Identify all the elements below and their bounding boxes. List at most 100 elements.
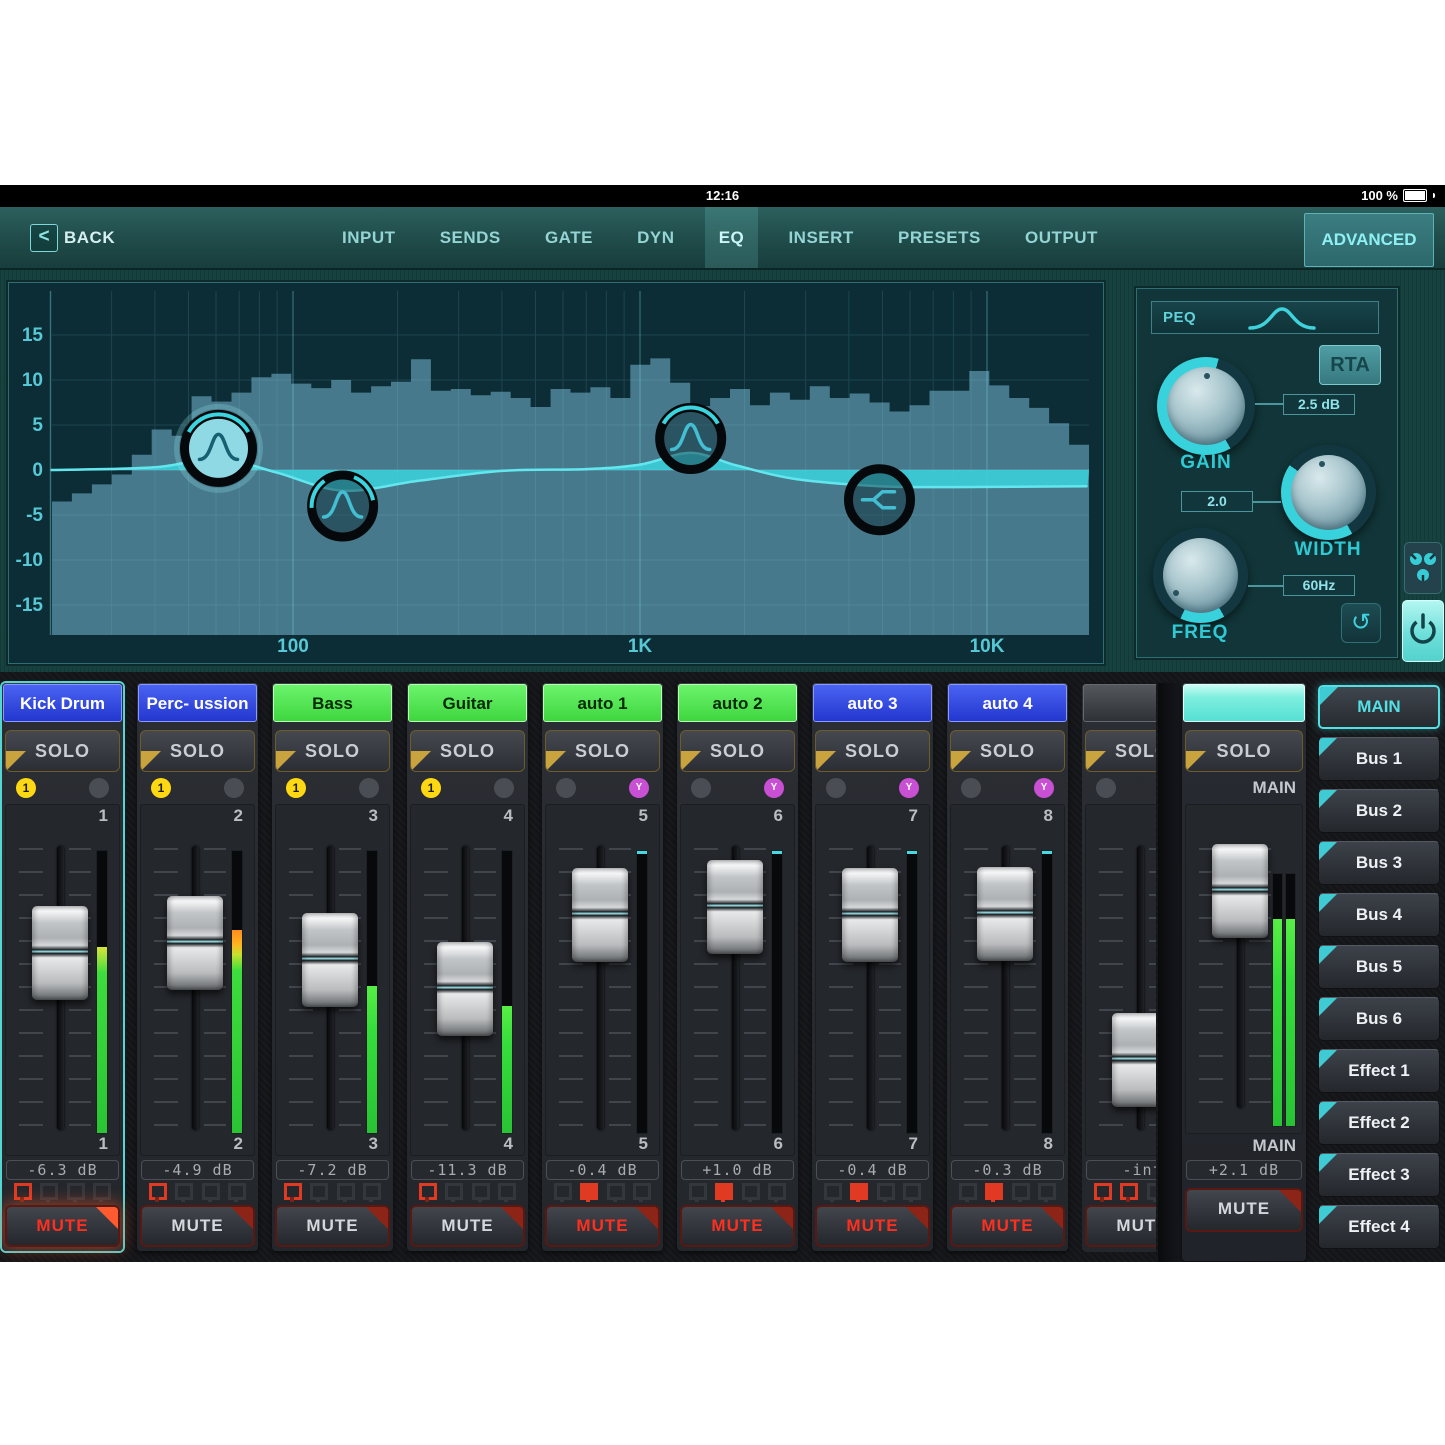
- channel-number-top: 1: [99, 806, 108, 826]
- mute-button[interactable]: MUTE: [815, 1205, 930, 1247]
- bus-select-bus-1[interactable]: Bus 1: [1318, 737, 1440, 781]
- nav-tab-input[interactable]: INPUT: [328, 207, 410, 268]
- main-name-label[interactable]: [1183, 684, 1305, 722]
- channel-name-label[interactable]: [1083, 684, 1156, 722]
- nav-tab-sends[interactable]: SENDS: [426, 207, 515, 268]
- fader-handle[interactable]: [707, 860, 763, 954]
- mute-button[interactable]: MUTE: [545, 1205, 660, 1247]
- mute-group-led: [959, 1183, 977, 1200]
- mute-button[interactable]: MUTE: [140, 1205, 255, 1247]
- bus-select-bus-5[interactable]: Bus 5: [1318, 945, 1440, 989]
- mute-button[interactable]: MUTE: [680, 1205, 795, 1247]
- back-button[interactable]: < BACK: [30, 207, 115, 268]
- channel-strip: Perc- ussion SOLO 1 2 2 -4.9 dB MUTE: [137, 683, 258, 1251]
- fader-handle[interactable]: [977, 867, 1033, 961]
- filter-type-label: PEQ: [1163, 309, 1196, 326]
- solo-button[interactable]: SOLO: [950, 730, 1065, 772]
- back-chevron-icon: <: [30, 224, 58, 252]
- bus-select-bus-6[interactable]: Bus 6: [1318, 997, 1440, 1041]
- bus-select-bus-2[interactable]: Bus 2: [1318, 789, 1440, 833]
- eq-band-handle-1[interactable]: [177, 406, 261, 490]
- width-value: 2.0: [1181, 491, 1253, 512]
- automix-y-badge: Y: [629, 778, 649, 798]
- fader-handle[interactable]: [302, 913, 358, 1007]
- eq-band-handle-3[interactable]: [660, 408, 722, 470]
- eq-power-button[interactable]: [1402, 600, 1444, 662]
- channel-name-label[interactable]: auto 3: [813, 684, 932, 722]
- width-knob[interactable]: [1281, 445, 1376, 540]
- main-top-label: MAIN: [1182, 778, 1296, 798]
- level-meter: [502, 851, 512, 1133]
- main-fader-handle[interactable]: [1212, 844, 1268, 938]
- mute-button[interactable]: MUTE: [5, 1205, 120, 1247]
- channel-name-label[interactable]: Perc- ussion: [138, 684, 257, 722]
- channel-strip: auto 1 SOLO Y 5 5 -0.4 dB MUTE: [542, 683, 663, 1251]
- bus-select-effect-4[interactable]: Effect 4: [1318, 1205, 1440, 1249]
- mute-group-led: [202, 1183, 220, 1200]
- solo-button[interactable]: SOLO: [5, 730, 120, 772]
- nav-tab-eq[interactable]: EQ: [705, 207, 759, 268]
- nav-tab-dyn[interactable]: DYN: [623, 207, 688, 268]
- channel-name-label[interactable]: Kick Drum: [3, 684, 122, 722]
- mute-button[interactable]: MUTE: [275, 1205, 390, 1247]
- filter-type-dropdown[interactable]: PEQ: [1151, 301, 1379, 334]
- solo-button[interactable]: SOLO: [140, 730, 255, 772]
- solo-button[interactable]: SOLO: [1085, 730, 1156, 772]
- channel-number-top: 8: [1044, 806, 1053, 826]
- fader-handle[interactable]: [32, 906, 88, 1000]
- solo-button[interactable]: SOLO: [410, 730, 525, 772]
- eq-band-handle-2[interactable]: [312, 475, 374, 537]
- bus-select-bus-4[interactable]: Bus 4: [1318, 893, 1440, 937]
- bus-select-bus-3[interactable]: Bus 3: [1318, 841, 1440, 885]
- solo-button[interactable]: SOLO: [815, 730, 930, 772]
- reset-button[interactable]: ↺: [1341, 603, 1381, 643]
- channel-name-label[interactable]: Guitar: [408, 684, 527, 722]
- fader-handle[interactable]: [167, 896, 223, 990]
- mute-group-led: [850, 1183, 868, 1200]
- channel-name-label[interactable]: auto 2: [678, 684, 797, 722]
- freq-knob[interactable]: [1153, 528, 1248, 623]
- badge-row: 1: [421, 778, 514, 798]
- channel-name-label[interactable]: Bass: [273, 684, 392, 722]
- channel-strip: Guitar SOLO 1 4 4 -11.3 dB MUTE: [407, 683, 528, 1251]
- strip-divider: [1158, 683, 1182, 1262]
- eq-graph[interactable]: 151050-5-10-151001K10K: [8, 282, 1104, 664]
- nav-tab-presets[interactable]: PRESETS: [884, 207, 995, 268]
- nav-tab-gate[interactable]: GATE: [531, 207, 607, 268]
- inactive-badge: [961, 778, 981, 798]
- bus-select-main[interactable]: MAIN: [1318, 685, 1440, 729]
- gain-knob[interactable]: [1157, 357, 1255, 455]
- eq-band-handle-4[interactable]: [849, 469, 911, 531]
- channel-name-label[interactable]: auto 4: [948, 684, 1067, 722]
- mute-button[interactable]: MUTE: [950, 1205, 1065, 1247]
- solo-button[interactable]: SOLO: [680, 730, 795, 772]
- mute-button[interactable]: MUTE: [410, 1205, 525, 1247]
- fader-handle[interactable]: [437, 942, 493, 1036]
- bus-select-effect-2[interactable]: Effect 2: [1318, 1101, 1440, 1145]
- channel-number-bottom: 5: [639, 1134, 648, 1154]
- channel-name-label[interactable]: auto 1: [543, 684, 662, 722]
- bus-select-effect-1[interactable]: Effect 1: [1318, 1049, 1440, 1093]
- advanced-button[interactable]: ADVANCED: [1304, 213, 1434, 267]
- solo-button[interactable]: SOLO: [275, 730, 390, 772]
- mute-group-led: [824, 1183, 842, 1200]
- eq-band-panel: PEQ RTA GAIN 2.5 dB WIDTH 2.0 FREQ: [1136, 288, 1398, 658]
- nav-tab-output[interactable]: OUTPUT: [1011, 207, 1112, 268]
- solo-button[interactable]: SOLO: [545, 730, 660, 772]
- bus-select-column: MAIN Bus 1 Bus 2 Bus 3 Bus 4 Bus 5 Bus 6 Effect…: [1318, 683, 1444, 1257]
- main-solo-button[interactable]: SOLO: [1185, 730, 1303, 772]
- nav-tab-insert[interactable]: INSERT: [774, 207, 867, 268]
- bus-select-effect-3[interactable]: Effect 3: [1318, 1153, 1440, 1197]
- fader-db-readout: -7.2 dB: [276, 1160, 389, 1180]
- knob-trio-icon: [1408, 551, 1438, 585]
- rta-button[interactable]: RTA: [1319, 345, 1381, 385]
- fader-zone: 5 5: [545, 804, 660, 1156]
- mute-group-led: [715, 1183, 733, 1200]
- main-mute-button[interactable]: MUTE: [1185, 1188, 1303, 1232]
- fader-handle[interactable]: [572, 868, 628, 962]
- channel-controls-button[interactable]: [1404, 542, 1442, 594]
- fader-handle[interactable]: [1112, 1013, 1156, 1107]
- mute-button[interactable]: MUTE: [1085, 1205, 1156, 1247]
- mute-group-led: [1147, 1183, 1156, 1200]
- fader-handle[interactable]: [842, 868, 898, 962]
